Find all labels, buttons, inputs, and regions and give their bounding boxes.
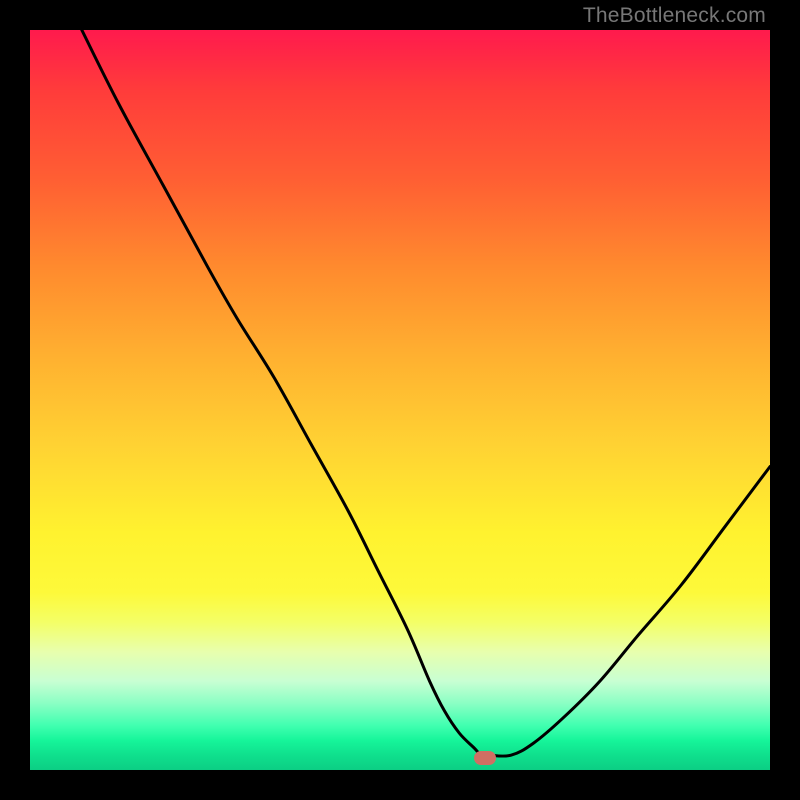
optimum-marker bbox=[474, 751, 496, 765]
watermark-text: TheBottleneck.com bbox=[583, 4, 766, 28]
plot-area bbox=[30, 30, 770, 770]
curve-layer bbox=[30, 30, 770, 770]
chart-frame: TheBottleneck.com bbox=[0, 0, 800, 800]
bottleneck-curve bbox=[82, 30, 770, 756]
